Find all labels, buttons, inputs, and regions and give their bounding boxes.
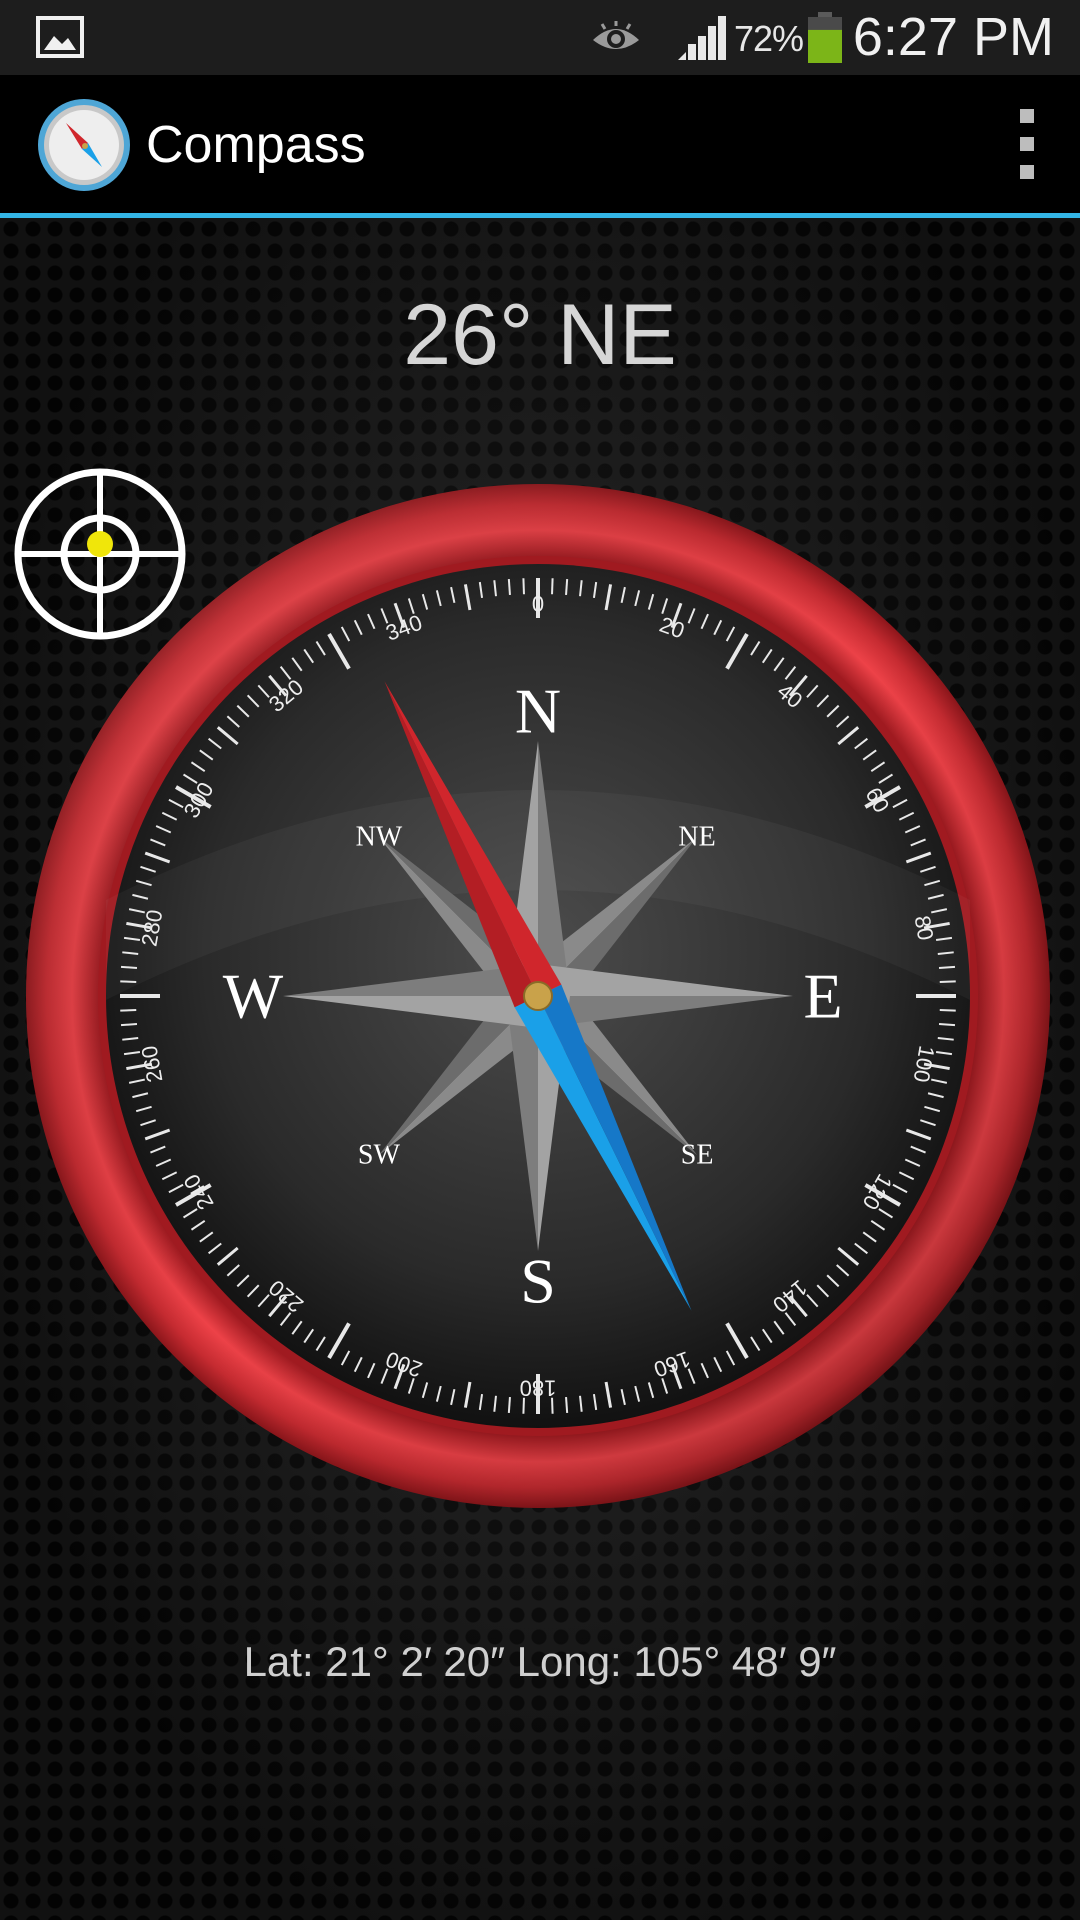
cardinal-n: N: [515, 676, 561, 747]
location-coordinates: Lat: 21° 2′ 20″ Long: 105° 48′ 9″: [243, 1638, 837, 1685]
dial-tick: [120, 1009, 137, 1012]
intercardinal-sw: SW: [358, 1140, 401, 1171]
compass-screen: 26° NE 0 20 40 60 80 100 120 140 160 180…: [0, 218, 1080, 1920]
dial-tick: [120, 965, 138, 969]
location-dot: [87, 531, 113, 557]
eye-icon: [593, 21, 639, 49]
intercardinal-se: SE: [681, 1140, 714, 1171]
dial-tick: [522, 578, 525, 595]
status-clock: 6:27 PM: [852, 7, 1054, 67]
cardinal-e: E: [803, 961, 842, 1032]
dial-tick: [939, 980, 956, 983]
compass-logo-icon[interactable]: [36, 97, 132, 193]
dial-tick: [120, 980, 137, 983]
app-title: Compass: [146, 116, 366, 174]
dial-tick: [507, 1396, 511, 1414]
app-screen: 72% 6:27 PM Compass 26° NE 0 20 40 60 80…: [0, 0, 1080, 1920]
degree-label: 180: [520, 1376, 557, 1401]
action-bar: Compass: [0, 75, 1080, 213]
intercardinal-nw: NW: [356, 821, 403, 852]
dial-tick: [551, 578, 554, 595]
needle-pivot: [523, 981, 553, 1011]
degree-label: 0: [532, 592, 544, 617]
signal-icon: [678, 16, 726, 60]
cardinal-s: S: [520, 1246, 556, 1317]
dial-tick: [938, 965, 956, 969]
dial-tick: [120, 1023, 138, 1027]
battery-percentage: 72%: [734, 18, 804, 59]
battery-icon: [808, 12, 842, 63]
degree-label: 80: [910, 914, 939, 942]
heading-readout: 26° NE: [403, 287, 677, 383]
intercardinal-ne: NE: [678, 821, 715, 852]
crosshair-icon[interactable]: [12, 466, 188, 642]
dial-tick: [938, 1023, 956, 1027]
cardinal-w: W: [223, 961, 284, 1032]
overflow-menu-icon[interactable]: [1002, 105, 1052, 185]
dial-tick: [939, 1009, 956, 1012]
gallery-icon: [36, 16, 84, 58]
dial-tick: [507, 578, 511, 596]
dial-tick: [565, 1396, 569, 1414]
status-bar: 72% 6:27 PM: [0, 0, 1080, 75]
dial-tick: [565, 578, 569, 596]
